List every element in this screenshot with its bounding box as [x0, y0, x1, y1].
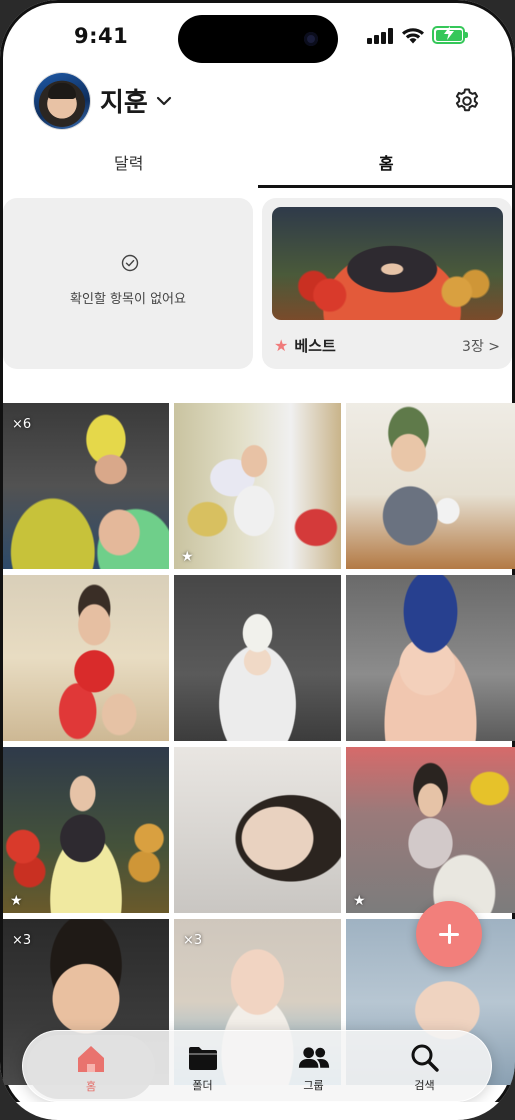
- photo-group-count: ×3: [12, 933, 32, 948]
- check-circle-icon: [121, 254, 139, 272]
- star-icon: ★: [353, 893, 366, 909]
- photo-tile[interactable]: ★: [3, 747, 169, 913]
- nav-item-home[interactable]: 홈: [27, 1035, 155, 1099]
- bottom-navigation: 홈 폴더 그룹 검색: [22, 1030, 492, 1102]
- best-card[interactable]: ★ 베스트 3장 >: [262, 198, 512, 369]
- best-count: 3장 >: [462, 339, 500, 355]
- photo-tile[interactable]: [174, 575, 341, 741]
- user-name: 지훈: [100, 88, 148, 118]
- best-title: 베스트: [294, 337, 336, 355]
- star-icon: ★: [274, 336, 289, 355]
- status-bar: 9:41: [0, 0, 515, 70]
- home-indicator-area: [0, 1102, 515, 1120]
- photo-group-count: ×3: [183, 933, 203, 948]
- photo-tile[interactable]: [174, 747, 341, 913]
- view-tabs: 달력 홈: [0, 142, 515, 188]
- review-card[interactable]: 확인할 항목이 없어요: [3, 198, 253, 369]
- photo-tile[interactable]: ★: [346, 747, 515, 913]
- phone-screen: 9:41 지훈 달력 홈 확인할 항목이 없어요 ★ 베스트 3장 > ×6 ★…: [0, 0, 515, 1120]
- photo-tile[interactable]: [346, 575, 515, 741]
- add-button[interactable]: [416, 901, 482, 967]
- home-icon: [78, 1046, 104, 1072]
- best-photo-thumbnail: [272, 207, 503, 320]
- nav-label: 그룹: [303, 1079, 324, 1092]
- tab-calendar[interactable]: 달력: [0, 142, 258, 188]
- summary-cards: 확인할 항목이 없어요 ★ 베스트 3장 >: [0, 198, 515, 370]
- star-icon: ★: [181, 549, 194, 565]
- gear-icon[interactable]: [453, 87, 481, 115]
- photo-group-count: ×6: [12, 417, 32, 432]
- wifi-icon: [402, 28, 424, 44]
- tab-home[interactable]: 홈: [257, 142, 515, 188]
- photo-tile[interactable]: ★: [174, 403, 341, 569]
- chevron-down-icon: [156, 96, 171, 105]
- nav-item-group[interactable]: 그룹: [256, 1031, 371, 1103]
- camera-icon: [304, 32, 318, 46]
- photo-tile[interactable]: [3, 575, 169, 741]
- nav-label: 검색: [414, 1079, 435, 1092]
- nav-item-search[interactable]: 검색: [367, 1031, 482, 1103]
- signal-icon: [367, 28, 393, 44]
- dynamic-island: [178, 15, 338, 63]
- avatar[interactable]: [34, 73, 90, 129]
- nav-label: 홈: [85, 1080, 97, 1093]
- profile-switcher-button[interactable]: 지훈: [100, 82, 172, 119]
- search-icon: [411, 1044, 439, 1072]
- folder-icon: [188, 1047, 217, 1070]
- photo-tile[interactable]: ×6: [3, 403, 169, 569]
- status-time: 9:41: [74, 24, 129, 48]
- star-icon: ★: [10, 893, 23, 909]
- best-label: ★ 베스트: [274, 335, 336, 356]
- battery-icon: [432, 26, 468, 44]
- group-icon: [298, 1047, 329, 1068]
- nav-item-folder[interactable]: 폴더: [145, 1031, 260, 1103]
- review-message: 확인할 항목이 없어요: [70, 292, 186, 307]
- header: 지훈: [0, 70, 515, 132]
- nav-label: 폴더: [192, 1079, 213, 1092]
- photo-tile[interactable]: [346, 403, 515, 569]
